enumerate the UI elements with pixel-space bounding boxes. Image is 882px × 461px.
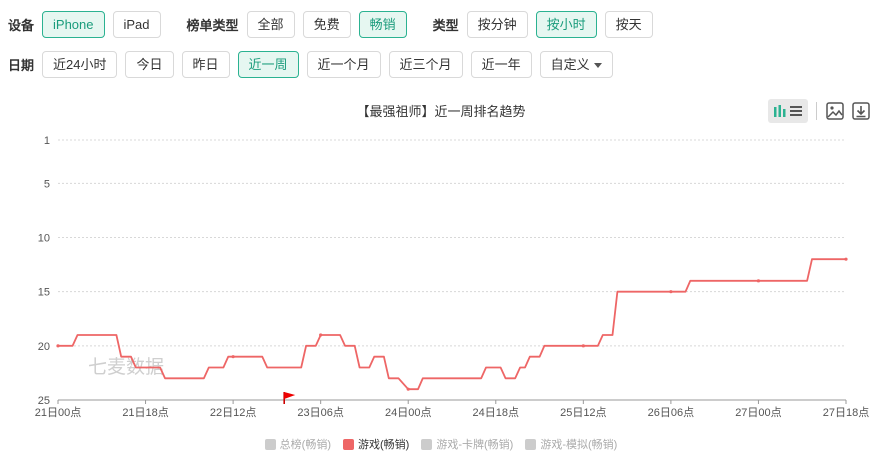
x-tick-label: 24日18点: [473, 406, 519, 419]
x-tick-label: 24日00点: [385, 406, 431, 419]
date-today-button[interactable]: 今日: [125, 50, 174, 78]
legend-swatch: [421, 438, 433, 450]
legend-label: 总榜(畅销): [279, 439, 331, 451]
rank-type-label: 榜单类型: [186, 17, 239, 33]
series-point[interactable]: [231, 355, 235, 359]
chart-title: 【最强祖师】近一周排名趋势: [356, 104, 526, 119]
date-month-button[interactable]: 近一个月: [306, 50, 381, 78]
series-point[interactable]: [56, 344, 60, 348]
series-line: [58, 258, 846, 391]
date-yesterday-button[interactable]: 昨日: [181, 50, 230, 78]
x-tick-label: 27日18点: [823, 406, 869, 419]
legend-label: 游戏(畅销): [358, 439, 410, 451]
toolbar-divider: [816, 102, 817, 120]
legend-item-card-games[interactable]: 游戏-卡牌(畅销): [421, 436, 513, 452]
x-tick-label: 25日12点: [560, 406, 606, 419]
legend-label: 游戏-卡牌(畅销): [436, 439, 514, 451]
type-minute-button[interactable]: 按分钟: [466, 10, 528, 38]
device-ipad-button[interactable]: iPad: [112, 10, 161, 38]
date-24h-button[interactable]: 近24小时: [42, 50, 118, 78]
y-tick-label: 5: [44, 178, 50, 190]
x-tick-label: 21日00点: [35, 406, 81, 419]
y-tick-label: 20: [38, 341, 50, 353]
rank-trend-chart: 1510152025 21日00点 21日18点 22日12点 23日06点 24日00…: [35, 135, 869, 419]
flag-icon[interactable]: [284, 392, 296, 399]
legend-item-sim-games[interactable]: 游戏-模拟(畅销): [525, 436, 617, 452]
y-tick-label: 10: [38, 233, 50, 245]
list-icon[interactable]: [789, 104, 803, 118]
legend-swatch: [264, 438, 276, 450]
type-label: 类型: [432, 17, 459, 33]
type-hour-button[interactable]: 按小时: [535, 10, 597, 38]
legend-swatch: [525, 438, 537, 450]
device-iphone-button[interactable]: iPhone: [42, 10, 105, 38]
y-tick-label: 25: [38, 395, 50, 407]
series-point[interactable]: [844, 257, 848, 261]
device-group: 设备 iPhone iPad: [8, 10, 169, 38]
legend-label: 游戏-模拟(畅销): [540, 439, 618, 451]
download-icon[interactable]: [851, 101, 871, 121]
bar-chart-icon[interactable]: [773, 104, 787, 118]
series-point[interactable]: [756, 279, 761, 283]
series-point[interactable]: [581, 344, 585, 348]
type-day-button[interactable]: 按天: [604, 10, 653, 38]
legend-item-games[interactable]: 游戏(畅销): [343, 436, 409, 452]
date-custom-label: 自定义: [550, 56, 590, 72]
date-3month-button[interactable]: 近三个月: [388, 50, 463, 78]
chevron-down-icon: [593, 62, 602, 68]
rank-all-button[interactable]: 全部: [246, 10, 295, 38]
rank-type-group: 榜单类型 全部 免费 畅销: [186, 10, 415, 38]
series-layer: [56, 257, 848, 391]
y-tick-label: 15: [38, 287, 50, 299]
date-label: 日期: [8, 57, 35, 73]
date-week-button[interactable]: 近一周: [237, 50, 299, 78]
legend-swatch: [343, 438, 354, 450]
x-tick-label: 23日06点: [297, 406, 343, 419]
chart-legend: 总榜(畅销) 游戏(畅销) 游戏-卡牌(畅销) 游戏-模拟(畅销): [0, 436, 882, 452]
x-tick-label: 27日00点: [735, 406, 781, 419]
y-axis-ticks: 1510152025: [38, 135, 50, 407]
y-tick-label: 1: [44, 135, 50, 147]
series-point[interactable]: [669, 290, 673, 294]
date-year-button[interactable]: 近一年: [470, 50, 532, 78]
type-group: 类型 按分钟 按小时 按天: [432, 10, 661, 38]
grid-lines: [58, 139, 846, 401]
image-download-icon[interactable]: [825, 101, 845, 121]
x-tick-label: 22日12点: [210, 406, 256, 419]
x-tick-label: 26日06点: [648, 406, 694, 419]
date-custom-dropdown[interactable]: 自定义: [539, 50, 613, 78]
legend-item-overall[interactable]: 总榜(畅销): [264, 436, 331, 452]
series-point[interactable]: [406, 387, 410, 391]
filter-row-1: 设备 iPhone iPad 榜单类型 全部 免费 畅销 类型 按分钟 按小时 …: [8, 10, 679, 38]
filter-row-2: 日期 近24小时 今日 昨日 近一周 近一个月 近三个月 近一年 自定义: [8, 50, 621, 78]
x-axis: 21日00点 21日18点 22日12点 23日06点 24日00点 24日18点 25日1…: [35, 400, 869, 419]
rank-free-button[interactable]: 免费: [302, 10, 351, 38]
x-tick-label: 21日18点: [122, 406, 168, 419]
rank-grossing-button[interactable]: 畅销: [358, 10, 407, 38]
flag-annotation: [283, 392, 296, 404]
device-label: 设备: [8, 17, 35, 33]
series-point[interactable]: [319, 333, 323, 337]
